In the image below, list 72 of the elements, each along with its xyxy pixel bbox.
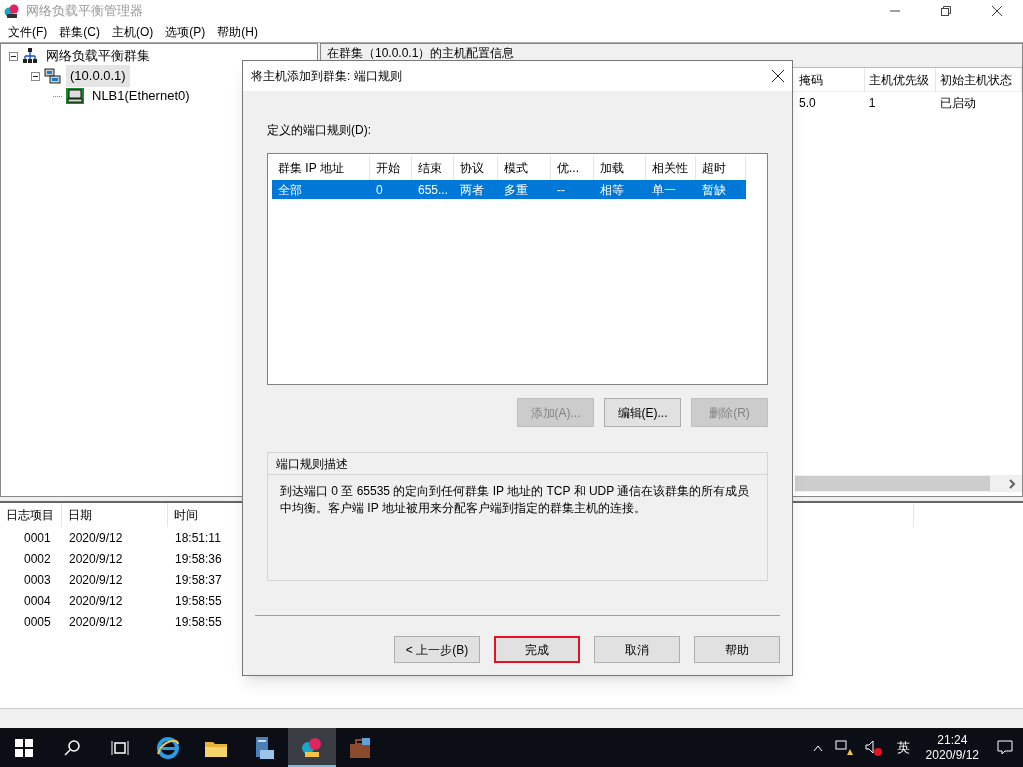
table-cell-text: 2020/9/12 (68, 571, 124, 589)
computers-icon (44, 68, 62, 84)
button[interactable]: 帮助 (694, 636, 780, 663)
table-cell-text: 2020/9/12 (68, 550, 124, 568)
table-cell-text: 2020/9/12 (68, 613, 124, 631)
clock-time[interactable]: 21:24 (937, 732, 968, 748)
table-cell-text: 暂缺 (701, 181, 727, 199)
close-icon[interactable] (991, 6, 1002, 16)
table-cell-text: 0005 (23, 613, 52, 631)
table-cell-text: 19:58:36 (174, 550, 223, 568)
table-cell-text: 18:51:11 (174, 529, 222, 547)
button[interactable]: < 上一步(B) (394, 636, 480, 663)
table-cell-text: 655... (417, 181, 450, 199)
list-label: 定义的端口规则(D): (267, 122, 372, 139)
clock-date[interactable]: 2020/9/12 (925, 747, 979, 763)
column-header[interactable]: 主机优先级 (864, 67, 937, 92)
menu-item[interactable]: 群集(C) (53, 23, 106, 41)
network-icon[interactable] (834, 739, 853, 756)
network-icon (22, 48, 38, 64)
column-header[interactable]: 掩码 (795, 67, 865, 92)
menu-item[interactable]: 主机(O) (106, 23, 160, 41)
expander-icon[interactable] (9, 51, 18, 61)
tree-item[interactable]: (10.0.0.1) (66, 65, 130, 87)
button[interactable]: 编辑(E)... (604, 398, 681, 427)
restore-icon[interactable] (940, 6, 951, 16)
table-cell-text: 已启动 (939, 95, 978, 112)
column-header[interactable]: 日期 (62, 503, 168, 527)
scroll-right-icon[interactable] (1008, 478, 1016, 489)
app-icon[interactable] (288, 728, 336, 767)
group-title: 端口规则描述 (276, 455, 348, 473)
table-cell-text: 2020/9/12 (68, 592, 124, 610)
dialog-title: 将主机添加到群集: 端口规则 (251, 68, 403, 85)
expander-icon[interactable] (31, 71, 40, 81)
menu-item[interactable]: 帮助(H) (211, 23, 264, 41)
window-title: 网络负载平衡管理器 (26, 2, 143, 21)
pane-header: 在群集（10.0.0.1）的主机配置信息 (327, 46, 515, 60)
menu-item[interactable]: 选项(P) (159, 23, 212, 41)
table-cell-text: 0004 (23, 592, 52, 610)
tree-item[interactable]: 网络负载平衡群集 (42, 45, 154, 67)
button[interactable]: 取消 (594, 636, 680, 663)
table-row[interactable]: 全部 0 655... 两者 多重 -- 相等 单一 暂缺 (272, 180, 746, 199)
table-cell-text: 5.0 (798, 95, 817, 112)
table-cell-text: 全部 (277, 181, 303, 199)
input-method-indicator[interactable]: 英 (896, 737, 910, 758)
table-cell-text: 19:58:37 (174, 571, 223, 589)
menu-item[interactable]: 文件(F) (2, 23, 54, 41)
table-cell-text: -- (556, 181, 566, 199)
table-cell-text: 0003 (23, 571, 52, 589)
table-cell-text: 2020/9/12 (68, 529, 124, 547)
table-cell-text: 0002 (23, 550, 52, 568)
table-cell-text: 0 (375, 181, 384, 199)
description-text: 到达端口 0 至 65535 的定向到任何群集 IP 地址的 TCP 和 UDP 通信在该群集的所有成员中均衡。客户端 IP 地址被用来分配客户端到指定的群集主机的连接。 (279, 483, 751, 517)
table-cell-text: 19:58:55 (174, 613, 223, 631)
speaker-icon[interactable] (864, 739, 883, 756)
table-cell-text: 1 (867, 95, 877, 112)
button[interactable]: 完成 (494, 636, 580, 663)
close-icon[interactable] (772, 70, 784, 82)
column-header[interactable]: 日志项目 (0, 503, 62, 527)
notification-icon[interactable] (997, 739, 1013, 756)
horizontal-scrollbar[interactable] (795, 475, 1022, 492)
table-cell-text: 相等 (599, 181, 625, 199)
table-cell-text: 两者 (459, 181, 485, 199)
tree-item[interactable]: NLB1(Ethernet0) (88, 85, 194, 107)
table-cell-text: 多重 (503, 181, 529, 199)
computer-icon (66, 88, 84, 104)
column-header[interactable]: 初始主机状态 (936, 67, 1022, 92)
table-cell-text: 单一 (651, 181, 677, 199)
port-rules-list[interactable]: 群集 IP 地址 开始 结束 协议 模式 优... 加载 相关性 超时 全部 0 655... 两者 多重 -- 相等 单一 暂缺 (267, 153, 768, 385)
table-cell-text: 0001 (23, 529, 52, 547)
app-icon (4, 3, 20, 19)
table-cell-text: 19:58:55 (174, 592, 223, 610)
chevron-up-icon[interactable] (812, 743, 823, 752)
